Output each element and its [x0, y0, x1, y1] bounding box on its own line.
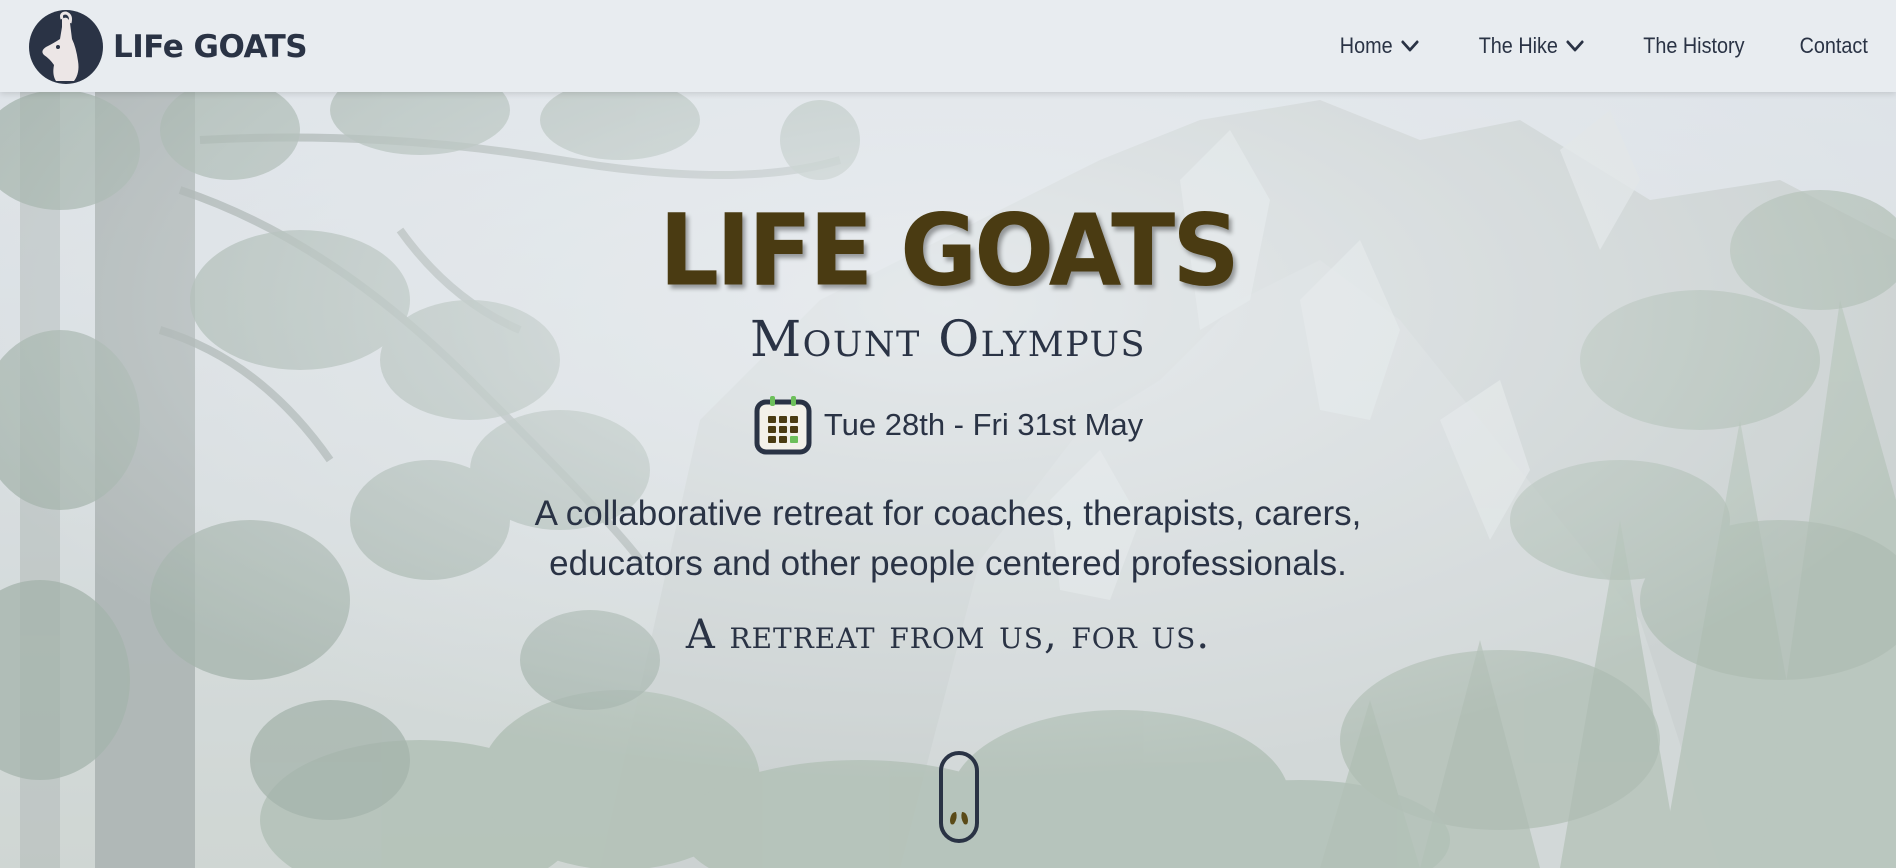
event-date-text: Tue 28th - Fri 31st May [823, 407, 1144, 442]
scroll-down-button[interactable] [938, 750, 980, 844]
site-header: LIFe GOATS Home The Hike The History Con… [0, 0, 1896, 92]
nav-item-label: The Hike [1478, 33, 1558, 58]
page: LIFe GOATS Home The Hike The History Con… [0, 0, 1896, 868]
nav-item-the-hike[interactable]: The Hike [1478, 33, 1584, 59]
hero-section: LIFE GOATS Mount Olympus Tue 28th - Fri … [0, 194, 1896, 659]
hero-motto: A retreat from us, for us. [685, 612, 1211, 658]
nav-item-home[interactable]: Home [1340, 33, 1419, 59]
hero-tagline: A collaborative retreat for coaches, the… [498, 489, 1398, 589]
brand-name: LIFe GOATS [113, 29, 308, 65]
hero-subtitle: Mount Olympus [749, 310, 1147, 368]
hoofprint-scroll-icon [939, 751, 979, 843]
nav-item-the-history[interactable]: The History [1643, 33, 1744, 59]
hero-tagline-line: educators and other people centered prof… [549, 544, 1347, 583]
nav-item-label: Contact [1799, 33, 1868, 58]
nav-item-label: Home [1339, 33, 1393, 58]
nav-item-contact[interactable]: Contact [1800, 33, 1868, 59]
main-nav: Home The Hike The History Contact [1283, 0, 1868, 92]
event-date: Tue 28th - Fri 31st May [753, 394, 1143, 456]
chevron-down-icon [1566, 40, 1584, 52]
nav-item-label: The History [1642, 33, 1745, 58]
chevron-down-icon [1401, 40, 1419, 52]
goat-logo-icon [29, 10, 103, 84]
brand-home-link[interactable]: LIFe GOATS [28, 9, 308, 85]
hero-title: LIFE GOATS [659, 194, 1240, 309]
calendar-icon [754, 396, 812, 455]
hero-tagline-line: A collaborative retreat for coaches, the… [534, 494, 1362, 533]
